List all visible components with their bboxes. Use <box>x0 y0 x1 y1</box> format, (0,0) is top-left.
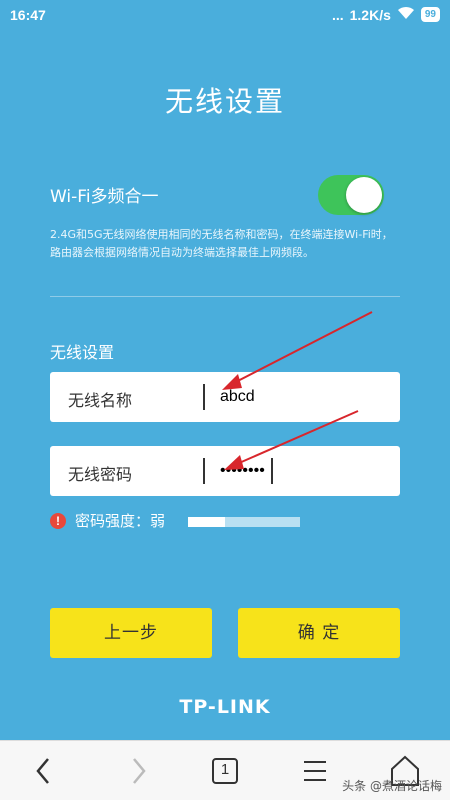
wifi-merge-toggle[interactable] <box>318 175 384 215</box>
toggle-knob <box>346 177 382 213</box>
status-bar: 16:47 ... 1.2K/s 99 <box>0 0 450 30</box>
wireless-password-label: 无线密码 <box>68 465 133 484</box>
status-time: 16:47 <box>10 7 46 23</box>
status-dots: ... <box>331 6 344 23</box>
confirm-button[interactable]: 确 定 <box>238 608 400 658</box>
status-right: ... 1.2K/s 99 <box>332 6 440 23</box>
text-cursor <box>271 458 273 484</box>
wireless-password-field[interactable]: 无线密码 <box>50 446 400 496</box>
browser-navbar: 1 头条 @煮酒论话梅 <box>0 740 450 800</box>
password-strength: ! 密码强度：弱 <box>50 510 165 531</box>
page-title: 无线设置 <box>164 85 285 118</box>
prev-step-button[interactable]: 上一步 <box>50 608 212 658</box>
wifi-merge-label: Wi-Fi多频合一 <box>50 187 159 207</box>
battery-icon: 99 <box>420 7 440 22</box>
wireless-name-input[interactable] <box>220 372 390 422</box>
wifi-merge-description: 2.4G和5G无线网络使用相同的无线名称和密码，在终端连接Wi-Fi时，路由器会… <box>50 228 393 259</box>
wifi-icon <box>397 6 415 23</box>
back-icon[interactable] <box>24 751 64 791</box>
section-label: 无线设置 <box>50 343 115 362</box>
tp-link-logo: TP-LINK <box>179 696 271 718</box>
menu-icon[interactable] <box>295 751 335 791</box>
field-separator <box>203 384 205 410</box>
wireless-password-input[interactable] <box>220 446 390 496</box>
wireless-name-field[interactable]: 无线名称 <box>50 372 400 422</box>
password-strength-label: 密码强度：弱 <box>75 512 166 530</box>
divider <box>50 296 400 297</box>
field-separator <box>203 458 205 484</box>
password-strength-fill <box>188 517 225 527</box>
watermark: 头条 @煮酒论话梅 <box>342 779 442 793</box>
password-strength-bar <box>188 517 300 527</box>
network-speed: 1.2K/s <box>349 6 391 23</box>
wireless-name-label: 无线名称 <box>68 391 133 410</box>
forward-icon[interactable] <box>118 751 158 791</box>
tab-count: 1 <box>220 761 230 778</box>
warning-icon: ! <box>50 512 66 529</box>
tabs-icon[interactable]: 1 <box>205 751 245 791</box>
